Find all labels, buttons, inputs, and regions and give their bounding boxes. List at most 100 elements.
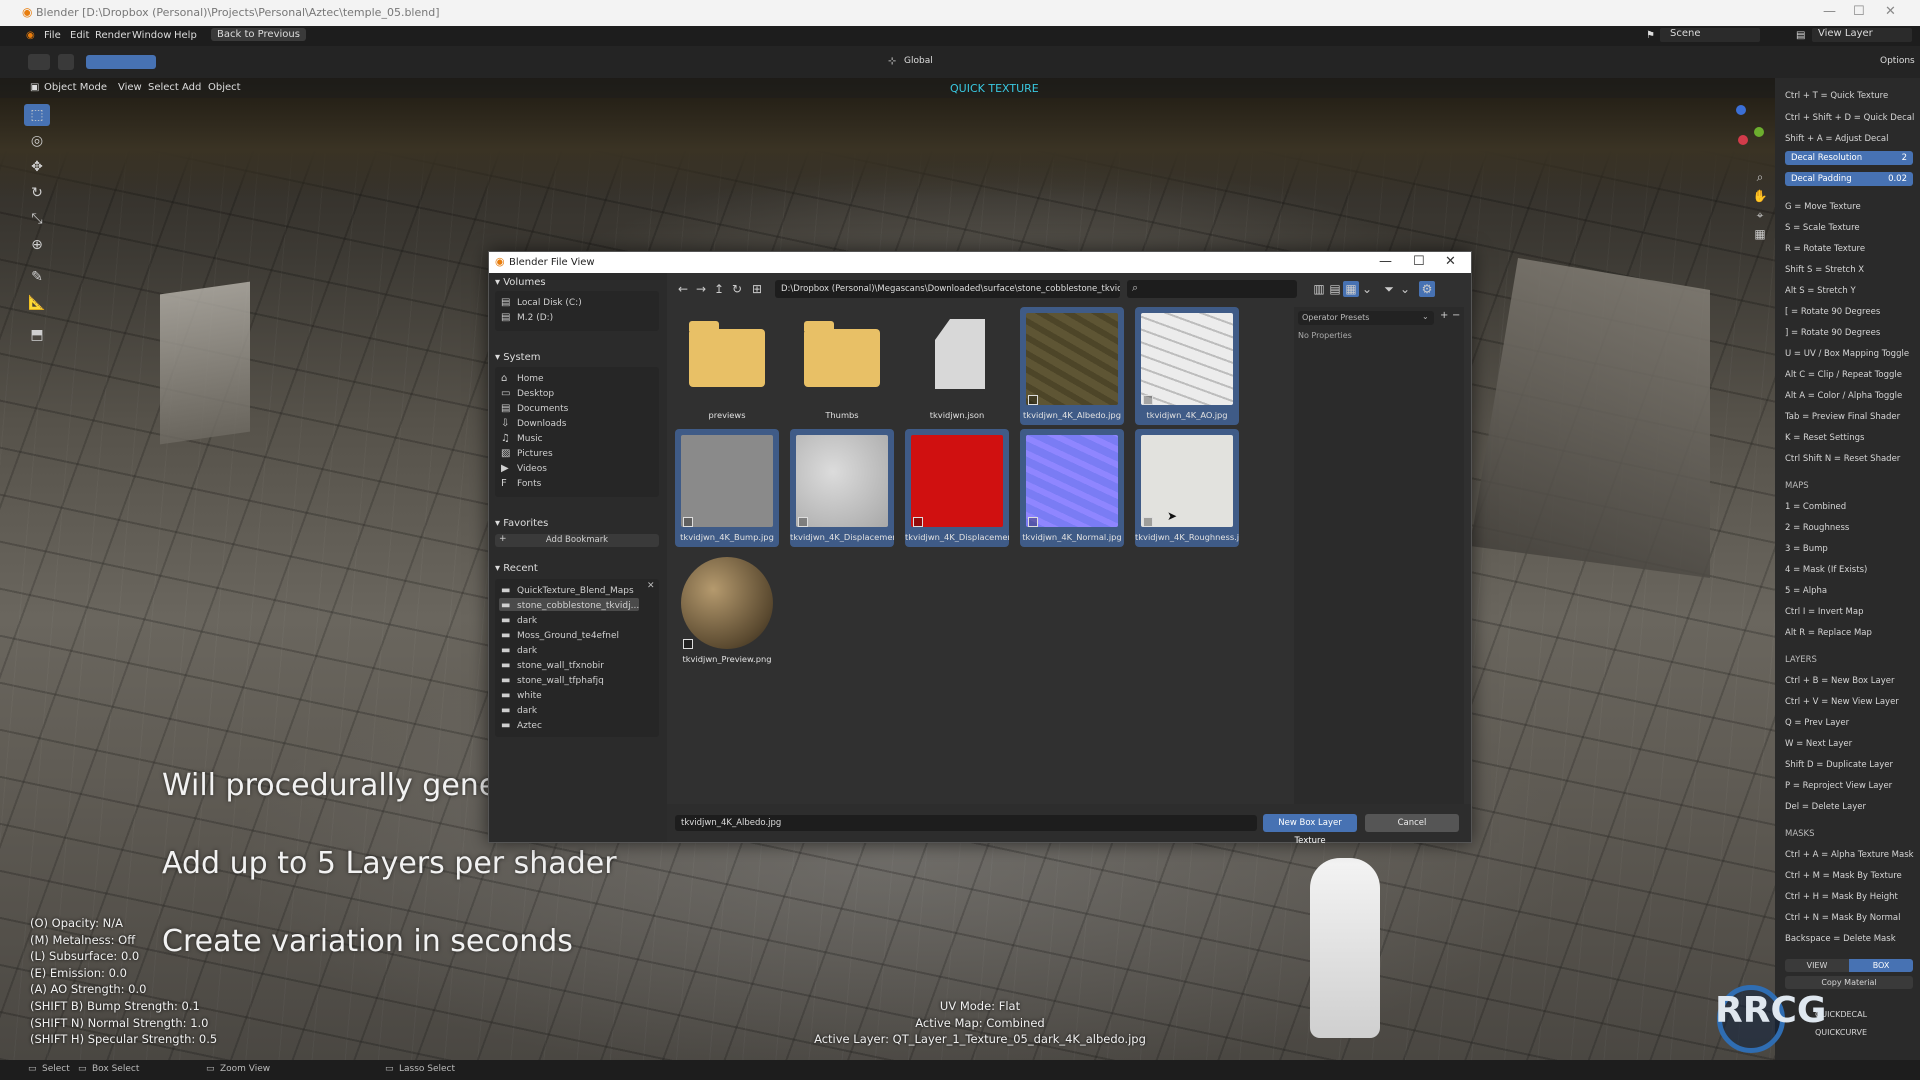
parent-dir-icon[interactable]: ↥ [711, 281, 727, 297]
menu-render[interactable]: Render [95, 30, 131, 41]
gizmo-y-axis[interactable] [1754, 127, 1764, 137]
copy-material-button[interactable]: Copy Material [1785, 976, 1913, 989]
decal-resolution-field[interactable]: Decal Resolution 2 [1785, 151, 1913, 165]
scale-icon[interactable]: ⤡ [24, 208, 50, 230]
decal-padding-field[interactable]: Decal Padding 0.02 [1785, 172, 1913, 186]
recent-item[interactable]: dark [517, 646, 537, 656]
back-icon[interactable]: ← [675, 281, 691, 297]
pan-icon[interactable]: ✋ [1752, 187, 1768, 206]
remove-recent-icon[interactable]: ✕ [647, 581, 655, 591]
file-tile-preview[interactable]: tkvidjwn_Preview.png [675, 551, 779, 669]
menu-window[interactable]: Window [132, 30, 171, 41]
file-tile-previews[interactable]: previews [675, 307, 779, 425]
gizmo-x-axis[interactable] [1738, 135, 1748, 145]
camera-icon[interactable]: ⌖ [1752, 206, 1768, 225]
file-tile-bump[interactable]: tkvidjwn_4K_Bump.jpg [675, 429, 779, 547]
recent-item[interactable]: Moss_Ground_te4efnel [517, 631, 619, 641]
favorites-header[interactable]: ▾ Favorites [495, 518, 548, 529]
settings-gear-icon[interactable]: ⚙ [1419, 281, 1435, 297]
measure-icon[interactable]: 📐 [24, 292, 50, 314]
file-tile-albedo[interactable]: tkvidjwn_4K_Albedo.jpg [1020, 307, 1124, 425]
remove-preset-icon[interactable]: − [1452, 310, 1460, 321]
cursor-icon[interactable]: ◎ [24, 130, 50, 152]
dialog-minimize-icon[interactable]: — [1379, 254, 1392, 269]
thumbnails-icon[interactable]: ▦ [1343, 281, 1359, 297]
recent-item[interactable]: Aztec [517, 721, 542, 731]
refresh-icon[interactable]: ↻ [729, 281, 745, 297]
system-item[interactable]: Music [517, 434, 543, 444]
system-item[interactable]: Home [517, 374, 544, 384]
select-box-icon[interactable]: ⬚ [24, 104, 50, 126]
recent-header[interactable]: ▾ Recent [495, 563, 538, 574]
new-folder-icon[interactable]: ⊞ [749, 281, 765, 297]
view-menu[interactable]: View [118, 82, 142, 93]
add-bookmark-button[interactable]: + Add Bookmark [495, 534, 659, 547]
file-tile-thumbs[interactable]: Thumbs [790, 307, 894, 425]
volume-item[interactable]: Local Disk (C:) [517, 298, 582, 308]
add-menu[interactable]: Add [182, 82, 201, 93]
path-field[interactable]: D:\Dropbox (Personal)\Megascans\Download… [775, 280, 1120, 298]
gizmo-z-axis[interactable] [1736, 105, 1746, 115]
blender-menu-icon[interactable]: ◉ [26, 30, 35, 41]
object-mode-dropdown[interactable]: Object Mode [44, 82, 107, 93]
select-menu[interactable]: Select [148, 82, 179, 93]
vertical-list-icon[interactable]: ▥ [1311, 281, 1327, 297]
recent-item[interactable]: white [517, 691, 542, 701]
file-tile-displacement[interactable]: tkvidjwn_4K_Displacemen... [790, 429, 894, 547]
file-tile-json[interactable]: tkvidjwn.json [905, 307, 1009, 425]
object-menu[interactable]: Object [208, 82, 241, 93]
system-item[interactable]: Videos [517, 464, 547, 474]
grid-icon[interactable]: ▦ [1752, 225, 1768, 244]
system-item[interactable]: Documents [517, 404, 568, 414]
volumes-header[interactable]: ▾ Volumes [495, 277, 546, 288]
box-mode-button[interactable]: BOX [1849, 959, 1913, 972]
file-tile-ao[interactable]: tkvidjwn_4K_AO.jpg [1135, 307, 1239, 425]
display-dropdown-icon[interactable]: ⌄ [1359, 281, 1375, 297]
operator-presets-dropdown[interactable]: Operator Presets ⌄ [1298, 311, 1434, 325]
recent-item[interactable]: dark [517, 616, 537, 626]
move-icon[interactable]: ✥ [24, 156, 50, 178]
menu-file[interactable]: File [44, 30, 61, 41]
options-dropdown[interactable]: Options [1880, 56, 1915, 66]
recent-item[interactable]: dark [517, 706, 537, 716]
orientation-dropdown[interactable]: Global [904, 56, 933, 66]
minimize-icon[interactable]: — [1823, 4, 1836, 19]
add-cube-icon[interactable]: ⬒ [24, 324, 50, 346]
back-to-previous-button[interactable]: Back to Previous [211, 28, 306, 41]
system-item[interactable]: Pictures [517, 449, 553, 459]
search-field[interactable]: ⌕ [1127, 280, 1297, 298]
view-mode-button[interactable]: VIEW [1785, 959, 1849, 972]
view-layer-field[interactable]: View Layer [1812, 28, 1912, 42]
file-tile-normal[interactable]: tkvidjwn_4K_Normal.jpg [1020, 429, 1124, 547]
selection-mode-buttons[interactable] [86, 55, 156, 69]
recent-item[interactable]: stone_wall_tfphafjq [517, 676, 604, 686]
filter-icon[interactable]: ⏷ [1381, 281, 1397, 297]
system-header[interactable]: ▾ System [495, 352, 541, 363]
new-box-layer-texture-button[interactable]: New Box Layer Texture [1263, 814, 1357, 846]
menu-edit[interactable]: Edit [70, 30, 89, 41]
dialog-close-icon[interactable]: ✕ [1445, 254, 1456, 269]
volume-item[interactable]: M.2 (D:) [517, 313, 553, 323]
file-tile-displacement-red[interactable]: tkvidjwn_4K_Displacemen... [905, 429, 1009, 547]
system-item[interactable]: Desktop [517, 389, 554, 399]
annotate-icon[interactable]: ✎ [24, 266, 50, 288]
recent-item[interactable]: stone_wall_tfxnobir [517, 661, 604, 671]
zoom-icon[interactable]: ⌕ [1752, 168, 1768, 187]
menu-help[interactable]: Help [174, 30, 197, 41]
recent-item[interactable]: QuickTexture_Blend_Maps [517, 586, 634, 596]
transform-pivot-button[interactable] [28, 54, 50, 70]
transform-icon[interactable]: ⊕ [24, 234, 50, 256]
system-item[interactable]: Downloads [517, 419, 566, 429]
dialog-maximize-icon[interactable]: ☐ [1413, 254, 1425, 269]
recent-item[interactable]: stone_cobblestone_tkvidj... [517, 601, 639, 611]
add-preset-icon[interactable]: + [1440, 310, 1448, 321]
forward-icon[interactable]: → [693, 281, 709, 297]
maximize-icon[interactable]: ☐ [1853, 4, 1865, 19]
rotate-icon[interactable]: ↻ [24, 182, 50, 204]
cancel-button[interactable]: Cancel [1365, 814, 1459, 832]
navigation-gizmo[interactable] [1710, 105, 1770, 165]
filter-dropdown-icon[interactable]: ⌄ [1397, 281, 1413, 297]
system-item[interactable]: Fonts [517, 479, 541, 489]
close-icon[interactable]: ✕ [1885, 4, 1896, 19]
select-tool-icon[interactable] [58, 54, 74, 70]
